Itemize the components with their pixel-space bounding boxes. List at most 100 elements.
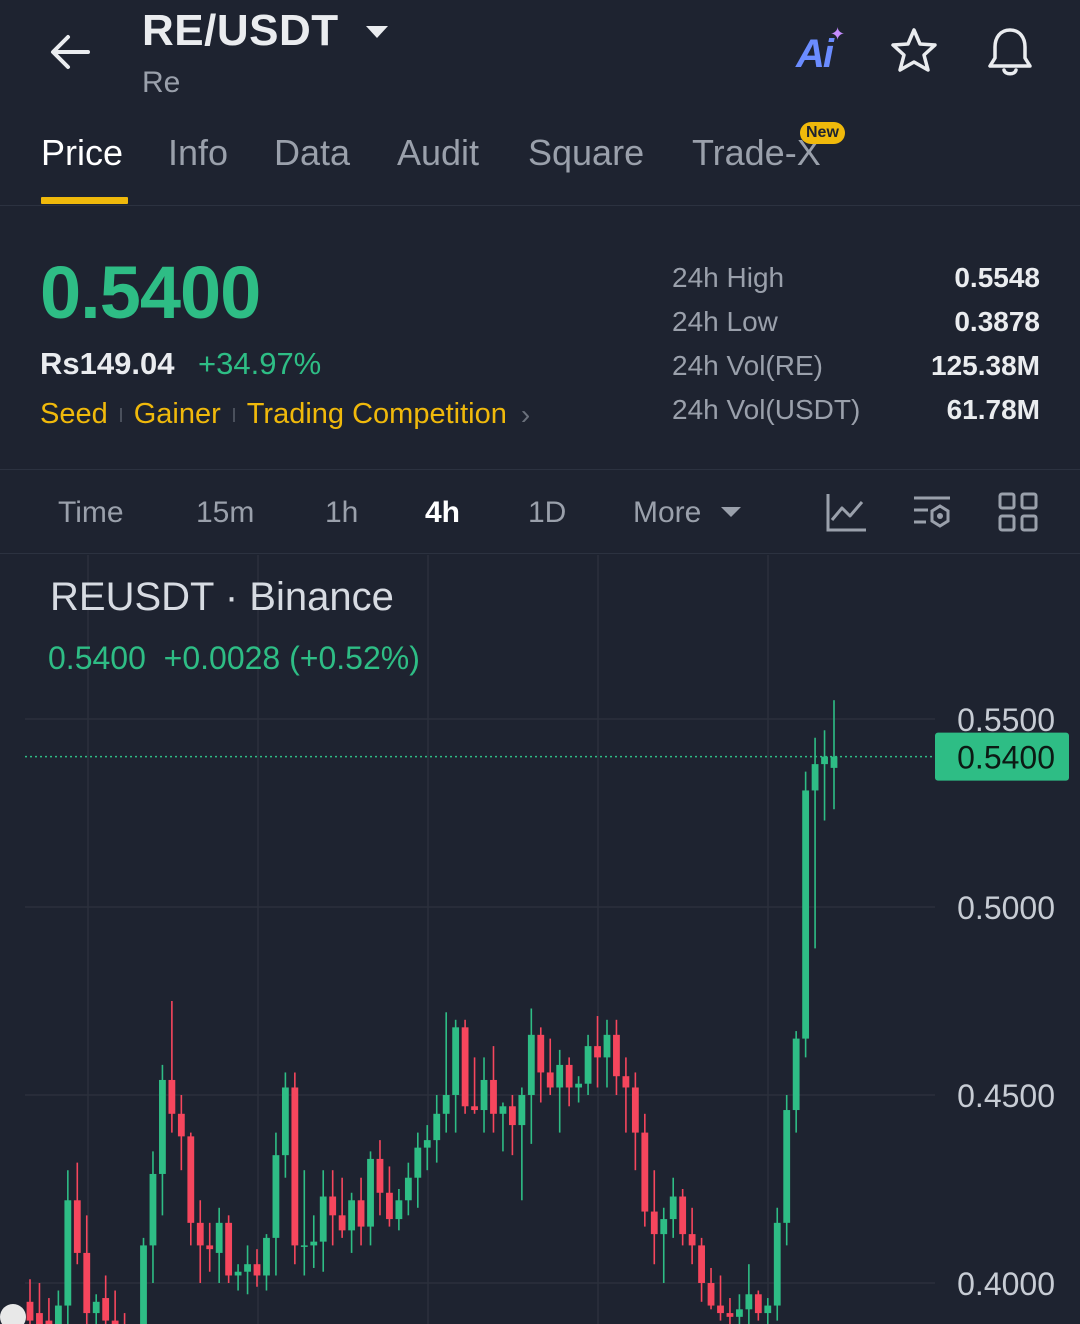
- candle-body: [54, 1305, 62, 1324]
- candle-body: [821, 756, 828, 765]
- candle-body: [423, 1140, 431, 1148]
- candle-body: [622, 1076, 630, 1088]
- candle-body: [310, 1241, 318, 1246]
- candle-body: [471, 1106, 478, 1111]
- interval-15m[interactable]: 15m: [196, 496, 254, 530]
- candle-body: [300, 1245, 308, 1247]
- candle-body: [745, 1294, 753, 1310]
- indicator-chart-icon[interactable]: [824, 490, 868, 534]
- candle-body: [281, 1087, 289, 1156]
- candle-body: [83, 1252, 91, 1314]
- tab-price[interactable]: Price: [41, 132, 123, 174]
- candle-body: [461, 1027, 469, 1107]
- candle-body: [641, 1132, 649, 1212]
- y-axis-tick-label: 0.5500: [957, 702, 1055, 738]
- candle-body: [149, 1173, 157, 1246]
- stat-row: 24h High 0.5548: [672, 258, 1040, 302]
- caret-down-icon[interactable]: [362, 20, 392, 44]
- arrow-left-icon: [51, 35, 90, 69]
- candle-body: [45, 1320, 53, 1324]
- token-name: Re: [142, 66, 181, 99]
- candle-body: [480, 1079, 488, 1111]
- candle-body: [575, 1083, 583, 1088]
- grid-layout-icon[interactable]: [996, 490, 1040, 534]
- tab-info[interactable]: Info: [168, 132, 228, 174]
- candle-body: [319, 1196, 327, 1242]
- tab-audit[interactable]: Audit: [397, 132, 479, 174]
- candle-body: [73, 1200, 81, 1253]
- interval-time[interactable]: Time: [58, 496, 124, 530]
- candle-body: [253, 1264, 261, 1276]
- candle-body: [92, 1301, 100, 1314]
- candle-body: [234, 1271, 242, 1276]
- chart-scroll-handle[interactable]: [0, 1304, 26, 1324]
- ohlc-change: +0.0028 (+0.52%): [163, 640, 420, 676]
- stat-value: 125.38M: [931, 350, 1040, 381]
- interval-4h[interactable]: 4h: [425, 496, 460, 530]
- stat-label: 24h High: [672, 262, 785, 293]
- candle-body: [187, 1136, 195, 1223]
- candle-body: [754, 1294, 762, 1314]
- candle-body: [140, 1245, 147, 1324]
- tag-list[interactable]: Seed Gainer Trading Competition ›: [40, 398, 530, 431]
- candle-body: [357, 1200, 365, 1227]
- chevron-right-icon[interactable]: ›: [521, 399, 530, 431]
- interval-more[interactable]: More: [633, 496, 701, 530]
- candle-body: [442, 1095, 450, 1114]
- stat-value: 61.78M: [946, 394, 1040, 425]
- candle-body: [177, 1113, 185, 1137]
- candle-body: [329, 1196, 337, 1216]
- alert-button[interactable]: [980, 22, 1040, 82]
- pair-title[interactable]: RE/USDT: [142, 6, 339, 56]
- stat-row: 24h Vol(RE) 125.38M: [672, 346, 1040, 390]
- candle-body: [773, 1222, 781, 1306]
- tab-data[interactable]: Data: [274, 132, 350, 174]
- tag-gainer[interactable]: Gainer: [134, 398, 221, 431]
- back-button[interactable]: [40, 22, 100, 82]
- app-header: RE/USDT Re Ai ✦: [0, 0, 1080, 120]
- sparkle-icon: ✦: [830, 24, 846, 44]
- candle-body: [367, 1158, 374, 1227]
- candle-body: [376, 1158, 384, 1193]
- stat-label: 24h Vol(USDT): [672, 394, 861, 425]
- candle-body: [395, 1200, 403, 1220]
- tag-trading-competition[interactable]: Trading Competition: [247, 398, 507, 431]
- candle-body: [490, 1079, 497, 1114]
- candle-body: [698, 1245, 705, 1283]
- candle-body: [196, 1222, 204, 1246]
- candle-body: [811, 764, 819, 791]
- candle-body: [348, 1200, 356, 1231]
- candle-body: [338, 1215, 346, 1231]
- caret-down-icon[interactable]: [718, 502, 744, 522]
- y-axis-tick-label: 0.4000: [957, 1266, 1055, 1302]
- new-badge: New: [800, 122, 845, 144]
- candle-body: [225, 1222, 233, 1276]
- candle-body: [603, 1034, 611, 1058]
- interval-1h[interactable]: 1h: [325, 496, 358, 530]
- chart-settings-icon[interactable]: [910, 490, 954, 534]
- candle-body: [508, 1106, 516, 1126]
- candle-body: [679, 1196, 687, 1235]
- stat-label: 24h Vol(RE): [672, 350, 823, 381]
- candle-body: [669, 1196, 677, 1220]
- candle-body: [414, 1147, 422, 1178]
- candle-body: [830, 756, 838, 768]
- candle-body: [263, 1237, 270, 1276]
- price-chart[interactable]: 0.5500 0.5000 0.4500 0.4000 0.5400 REUSDT · …: [0, 555, 1080, 1324]
- candle-body: [518, 1095, 526, 1126]
- stat-row: 24h Vol(USDT) 61.78M: [672, 390, 1040, 434]
- candle-body: [159, 1079, 166, 1174]
- candle-body: [783, 1110, 791, 1223]
- ai-button[interactable]: Ai ✦: [790, 24, 850, 80]
- favorite-button[interactable]: [884, 22, 944, 82]
- candle-body: [291, 1087, 299, 1246]
- tab-square[interactable]: Square: [528, 132, 644, 174]
- interval-1d[interactable]: 1D: [528, 496, 566, 530]
- ohlc-price: 0.5400: [48, 640, 146, 676]
- candle-body: [802, 790, 810, 1039]
- candle-body: [168, 1079, 176, 1114]
- y-axis-tick-label: 0.5000: [957, 890, 1055, 926]
- candle-body: [433, 1113, 441, 1141]
- tag-seed[interactable]: Seed: [40, 398, 108, 431]
- candle-body: [565, 1064, 573, 1088]
